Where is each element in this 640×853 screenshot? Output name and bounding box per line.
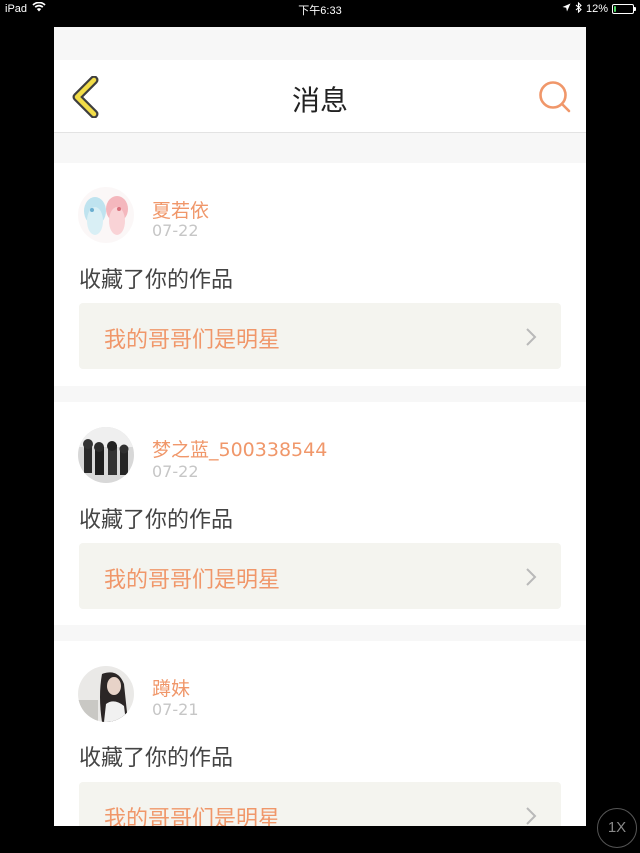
avatar-image <box>78 187 134 243</box>
message-date: 07-21 <box>152 700 199 719</box>
message-card[interactable]: 蹲妹 07-21 收藏了你的作品 我的哥哥们是明星 <box>54 641 586 826</box>
status-bar: iPad 下午6:33 12% <box>0 0 640 18</box>
chevron-right-icon <box>526 807 537 825</box>
message-username[interactable]: 梦之蓝_500338544 <box>152 435 327 462</box>
message-username[interactable]: 夏若依 <box>152 196 209 223</box>
message-date: 07-22 <box>152 462 199 481</box>
message-action: 收藏了你的作品 <box>79 508 234 533</box>
message-action: 收藏了你的作品 <box>79 746 234 771</box>
location-icon <box>562 3 571 15</box>
work-title: 我的哥哥们是明星 <box>104 328 281 353</box>
work-link[interactable]: 我的哥哥们是明星 <box>79 543 561 609</box>
zoom-button[interactable]: 1X <box>597 808 637 848</box>
battery-percent: 12% <box>585 3 608 15</box>
message-card[interactable]: 夏若依 07-22 收藏了你的作品 我的哥哥们是明星 <box>54 163 586 386</box>
battery-level-fill <box>614 6 616 12</box>
message-card[interactable]: 梦之蓝_500338544 07-22 收藏了你的作品 我的哥哥们是明星 <box>54 402 586 625</box>
avatar-image <box>78 427 134 483</box>
battery-icon <box>612 4 636 14</box>
search-button[interactable] <box>538 80 572 114</box>
page-title: 消息 <box>291 84 348 117</box>
message-username[interactable]: 蹲妹 <box>152 674 190 701</box>
nav-bar: 消息 <box>54 60 586 133</box>
work-title: 我的哥哥们是明星 <box>104 807 281 826</box>
avatar-image <box>78 666 134 722</box>
avatar[interactable] <box>78 187 134 243</box>
avatar[interactable] <box>78 427 134 483</box>
search-icon <box>539 81 571 113</box>
message-date: 07-22 <box>152 221 199 240</box>
work-link[interactable]: 我的哥哥们是明星 <box>79 303 561 369</box>
bluetooth-icon <box>575 1 582 16</box>
work-link[interactable]: 我的哥哥们是明星 <box>79 782 561 826</box>
chevron-right-icon <box>526 328 537 346</box>
work-title: 我的哥哥们是明星 <box>104 568 281 593</box>
status-time: 下午6:33 <box>298 5 342 17</box>
message-action: 收藏了你的作品 <box>79 268 234 293</box>
chevron-right-icon <box>526 568 537 586</box>
avatar[interactable] <box>78 666 134 722</box>
app-screen: 消息 夏若依 07-22 收藏了你的作品 我的哥哥们是明星 梦之蓝_500338… <box>54 27 586 826</box>
